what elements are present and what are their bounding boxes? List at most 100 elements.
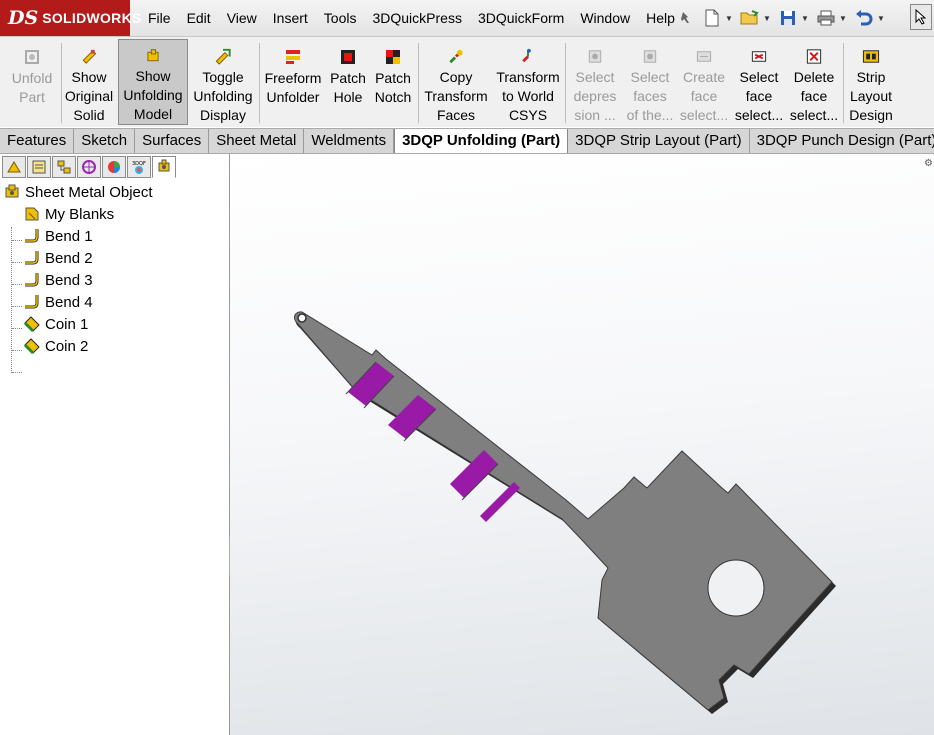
show-unfolding-model-button[interactable]: Show Unfolding Model bbox=[118, 39, 188, 125]
ds-logo-mark: DS bbox=[8, 7, 39, 29]
solidworks-logo[interactable]: DS SOLIDWORKS bbox=[0, 0, 141, 36]
toggle-unfolding-display-label: Toggle Unfolding Display bbox=[193, 69, 253, 123]
delete-face-button[interactable]: Delete face select... bbox=[788, 39, 840, 125]
tab-3dqp-unfolding[interactable]: 3DQP Unfolding (Part) bbox=[394, 129, 569, 153]
tree-item-bend-2[interactable]: Bend 2 bbox=[23, 247, 93, 269]
bend-region-4 bbox=[480, 482, 520, 522]
tree-item-bend-1[interactable]: Bend 1 bbox=[23, 225, 93, 247]
menu-file[interactable]: File bbox=[140, 0, 179, 36]
center-hole bbox=[707, 559, 765, 617]
property-manager-icon bbox=[32, 160, 46, 174]
patch-hole-button[interactable]: Patch Hole bbox=[327, 39, 369, 125]
new-dropdown-icon[interactable]: ▼ bbox=[724, 14, 734, 23]
sheet-metal-object-icon bbox=[5, 184, 19, 198]
create-face-button[interactable]: Create face select... bbox=[678, 39, 730, 125]
bend-icon bbox=[25, 251, 39, 265]
tree-root-sheet-metal-object[interactable]: Sheet Metal Object bbox=[3, 181, 153, 203]
new-document-icon[interactable] bbox=[701, 7, 723, 29]
select-face-button[interactable]: Select face select... bbox=[732, 39, 786, 125]
ribbon-separator bbox=[843, 43, 844, 123]
tree-guide-line bbox=[12, 306, 22, 307]
freeform-unfolder-label: Freeform Unfolder bbox=[264, 70, 322, 105]
tree-item-bend-3[interactable]: Bend 3 bbox=[23, 269, 93, 291]
tab-sketch[interactable]: Sketch bbox=[74, 129, 136, 153]
toggle-unfolding-display-button[interactable]: Toggle Unfolding Display bbox=[190, 39, 256, 125]
unfold-part-icon bbox=[25, 50, 39, 64]
property-manager-tab[interactable] bbox=[27, 156, 51, 178]
brand-name: SOLIDWORKS bbox=[42, 10, 142, 26]
select-depression-button[interactable]: Select depres sion ... bbox=[568, 39, 622, 125]
dimxpert-manager-tab[interactable] bbox=[77, 156, 101, 178]
undo-dropdown-icon[interactable]: ▼ bbox=[876, 14, 886, 23]
menu-view[interactable]: View bbox=[219, 0, 265, 36]
tree-guide-line bbox=[12, 284, 22, 285]
freeform-unfolder-icon bbox=[286, 50, 300, 64]
configuration-manager-icon bbox=[57, 160, 71, 174]
undo-icon[interactable] bbox=[853, 7, 875, 29]
tree-guide-line bbox=[12, 372, 22, 373]
select-face-icon bbox=[751, 51, 767, 62]
copy-transform-icon bbox=[449, 49, 463, 64]
feature-manager-tab[interactable] bbox=[2, 156, 26, 178]
unfold-part-button[interactable]: Unfold Part bbox=[4, 39, 60, 125]
select-faces-button[interactable]: Select faces of the... bbox=[624, 39, 676, 125]
tree-item-my-blanks[interactable]: My Blanks bbox=[23, 203, 114, 225]
menu-window[interactable]: Window bbox=[572, 0, 638, 36]
print-dropdown-icon[interactable]: ▼ bbox=[838, 14, 848, 23]
strip-layout-design-button[interactable]: Strip Layout Design bbox=[846, 39, 896, 125]
ribbon-separator bbox=[565, 43, 566, 123]
delete-face-label: Delete face select... bbox=[789, 69, 839, 123]
menu-3dquickpress[interactable]: 3DQuickPress bbox=[364, 0, 469, 36]
copy-transform-faces-button[interactable]: Copy Transform Faces bbox=[421, 39, 491, 125]
coin-icon bbox=[23, 316, 40, 333]
patch-notch-button[interactable]: Patch Notch bbox=[371, 39, 415, 125]
tab-3dqp-punch-design[interactable]: 3DQP Punch Design (Part) bbox=[750, 129, 934, 153]
configuration-manager-tab[interactable] bbox=[52, 156, 76, 178]
select-faces-label: Select faces of the... bbox=[626, 69, 674, 123]
patch-hole-label: Patch Hole bbox=[330, 70, 366, 105]
pin-icon[interactable] bbox=[677, 10, 693, 26]
create-face-label: Create face select... bbox=[679, 69, 729, 123]
menu-3dquickform[interactable]: 3DQuickForm bbox=[470, 0, 572, 36]
tab-3dqp-strip-layout[interactable]: 3DQP Strip Layout (Part) bbox=[568, 129, 750, 153]
select-pointer-icon[interactable] bbox=[910, 4, 932, 30]
open-dropdown-icon[interactable]: ▼ bbox=[762, 14, 772, 23]
transform-world-csys-button[interactable]: Transform to World CSYS bbox=[494, 39, 562, 125]
tab-sheet-metal[interactable]: Sheet Metal bbox=[209, 129, 305, 153]
unfolded-part-model[interactable] bbox=[230, 154, 934, 735]
tree-item-label: Bend 1 bbox=[45, 227, 93, 245]
quick-access-toolbar: ▼ ▼ ▼ ▼ ▼ bbox=[700, 4, 890, 32]
menu-tools[interactable]: Tools bbox=[316, 0, 365, 36]
command-manager: Unfold Part Show Original Solid Show Unf… bbox=[0, 37, 934, 127]
copy-transform-faces-label: Copy Transform Faces bbox=[424, 69, 488, 123]
save-dropdown-icon[interactable]: ▼ bbox=[800, 14, 810, 23]
transform-csys-icon bbox=[522, 48, 531, 63]
show-original-solid-button[interactable]: Show Original Solid bbox=[62, 39, 116, 125]
freeform-unfolder-button[interactable]: Freeform Unfolder bbox=[262, 39, 324, 125]
3dqp-manager-tab[interactable] bbox=[152, 156, 176, 178]
tree-guide-line bbox=[11, 227, 13, 373]
view-options-icon[interactable]: ⚙ bbox=[924, 158, 934, 169]
show-original-solid-label: Show Original Solid bbox=[64, 69, 114, 123]
tree-item-coin-1[interactable]: Coin 1 bbox=[23, 313, 88, 335]
tree-item-bend-4[interactable]: Bend 4 bbox=[23, 291, 93, 313]
select-face-label: Select face select... bbox=[734, 69, 784, 123]
menu-insert[interactable]: Insert bbox=[265, 0, 316, 36]
manager-panel: 3DQF Sheet Metal Object My Blanks Bend 1… bbox=[0, 154, 230, 735]
tree-guide-line bbox=[12, 350, 22, 351]
tab-weldments[interactable]: Weldments bbox=[304, 129, 395, 153]
menu-bar: DS SOLIDWORKS File Edit View Insert Tool… bbox=[0, 0, 934, 37]
save-icon[interactable] bbox=[777, 7, 799, 29]
3dqf-icon: 3DQF bbox=[132, 161, 146, 174]
graphics-viewport[interactable]: ⚙ bbox=[230, 154, 934, 735]
3dqf-manager-tab[interactable]: 3DQF bbox=[127, 156, 151, 178]
print-icon[interactable] bbox=[815, 7, 837, 29]
select-depression-label: Select depres sion ... bbox=[573, 69, 617, 123]
tab-features[interactable]: Features bbox=[0, 129, 75, 153]
tab-surfaces[interactable]: Surfaces bbox=[135, 129, 210, 153]
open-folder-icon[interactable] bbox=[739, 7, 761, 29]
menu-edit[interactable]: Edit bbox=[179, 0, 219, 36]
bend-icon bbox=[25, 229, 39, 243]
display-manager-tab[interactable] bbox=[102, 156, 126, 178]
tree-item-coin-2[interactable]: Coin 2 bbox=[23, 335, 88, 357]
